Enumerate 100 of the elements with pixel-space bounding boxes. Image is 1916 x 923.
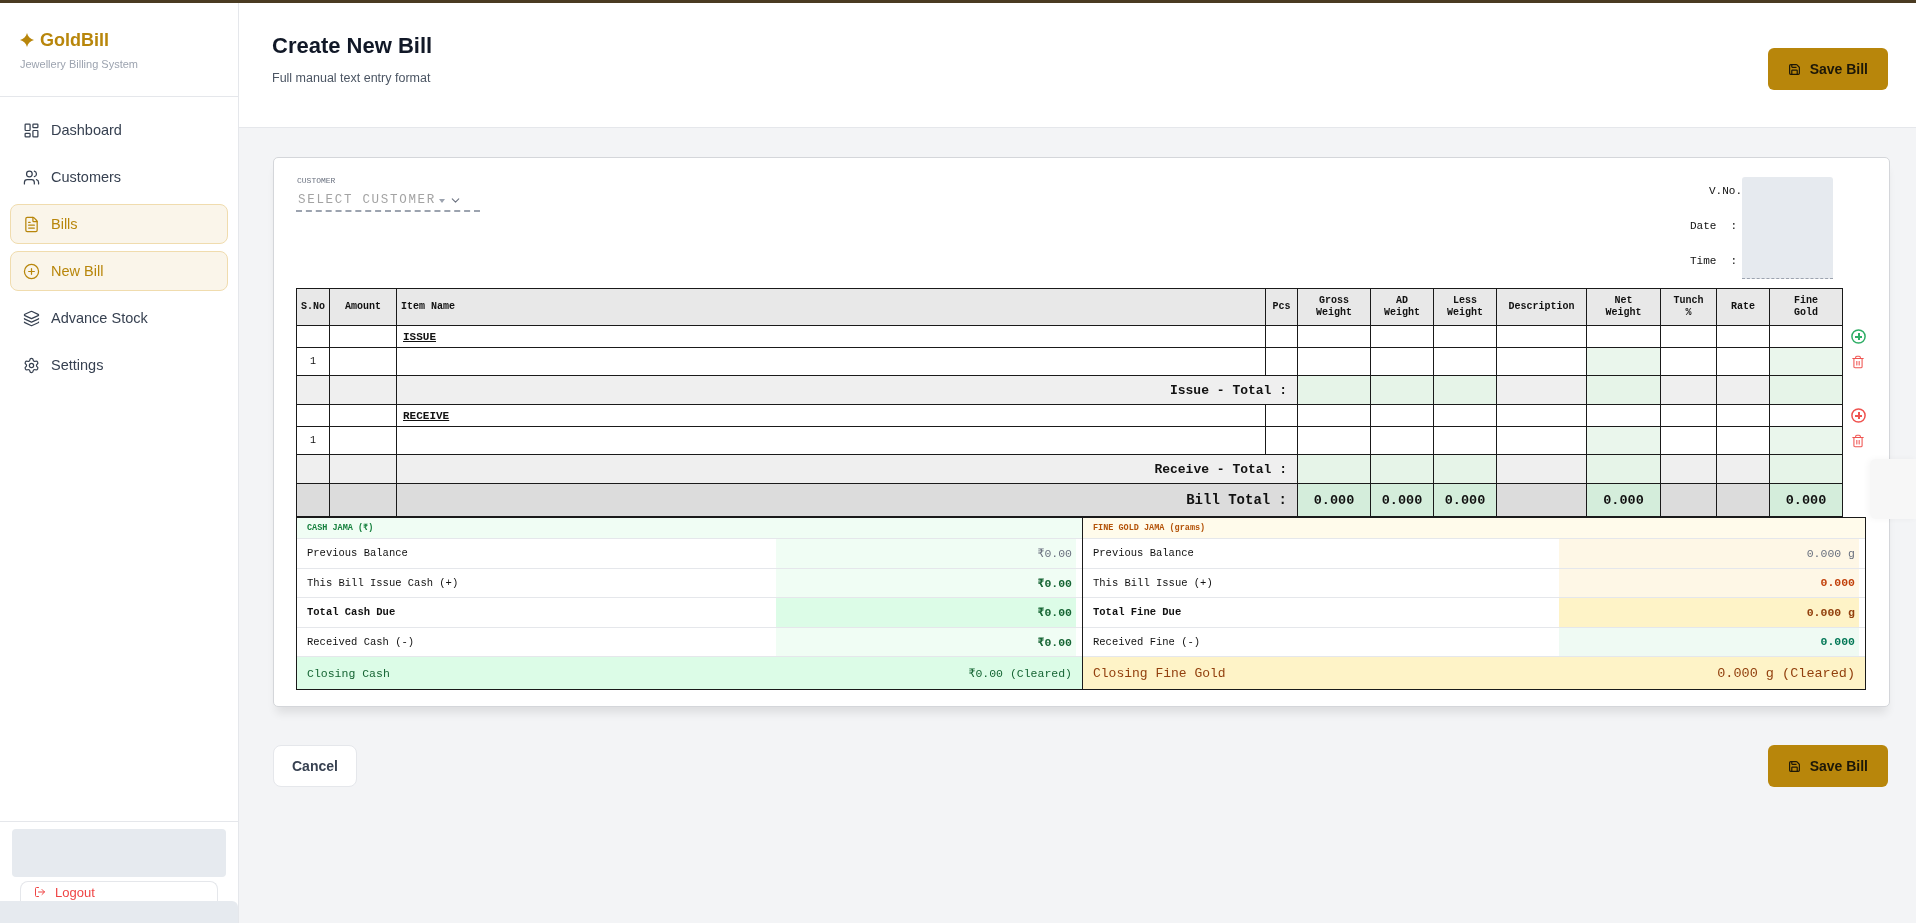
layers-icon [23,309,40,327]
table-cell: 1 [296,426,330,455]
input-cell[interactable] [1433,426,1497,455]
nav-item[interactable]: Customers [10,157,228,197]
total-cell: 0.000 [1297,483,1371,517]
total-cell [1370,454,1434,484]
trash-icon[interactable] [1851,354,1865,369]
input-cell[interactable] [1496,347,1587,376]
detail-label: V.No. [1709,184,1742,199]
column-header: AD Weight [1370,288,1434,326]
jama-value: 0.000 [1559,627,1859,656]
save-bill-button[interactable]: Save Bill [1767,745,1888,787]
table-cell [329,375,397,405]
plus-circle-icon[interactable] [1851,408,1866,423]
users-icon [23,168,40,186]
brand-tagline: Jewellery Billing System [20,57,139,71]
save-bill-button[interactable]: Save Bill [1767,48,1888,90]
column-header: Net Weight [1586,288,1661,326]
table-cell [296,454,330,484]
save-icon [1787,62,1801,76]
column-header: Fine Gold [1769,288,1843,326]
jama-label: Received Fine (-) [1093,635,1201,648]
total-cell: 0.000 [1769,483,1843,517]
input-cell[interactable] [1660,347,1717,376]
input-cell[interactable] [1433,347,1497,376]
closing-label: Closing Cash [307,666,390,680]
nav-item[interactable]: Advance Stock [10,298,228,338]
column-header: Pcs [1265,288,1298,326]
jama-value: 0.000 g [1559,598,1859,627]
detail-separator: : [1730,219,1737,234]
input-cell[interactable] [396,426,1266,455]
jama-value: ₹0.00 [776,627,1076,656]
closing-value: 0.000 g (Cleared) [1717,665,1855,681]
column-header: S.No [296,288,330,326]
sparkle-icon [20,33,34,47]
trash-icon[interactable] [1851,433,1865,448]
jama-label: This Bill Issue Cash (+) [307,576,459,589]
jama-value: 0.000 g [1559,539,1859,568]
closing-label: Closing Fine Gold [1093,665,1226,681]
nav-item[interactable]: Settings [10,345,228,385]
jama-value: ₹0.00 [776,539,1076,568]
input-cell[interactable] [1297,426,1371,455]
jama-header: CASH JAMA (₹) [297,518,1082,539]
input-cell[interactable] [396,347,1266,376]
detail-label: Time [1690,254,1717,269]
jama-header: FINE GOLD JAMA (grams) [1083,518,1865,539]
table-cell [296,375,330,405]
input-cell[interactable] [1660,426,1717,455]
column-header: Item Name [396,288,1266,326]
input-cell[interactable] [1496,426,1587,455]
total-label: Receive - Total : [396,454,1298,484]
logout-icon [34,886,46,898]
input-cell[interactable] [329,347,397,376]
settings-icon [23,356,40,374]
closing-value: ₹0.00 (Cleared) [968,666,1072,680]
jama-label: Total Fine Due [1093,606,1182,619]
column-header: Amount [329,288,397,326]
jama-value: ₹0.00 [776,568,1076,597]
column-header: Tunch % [1660,288,1717,326]
table-cell [296,404,330,427]
layout-grid-icon [23,121,40,139]
logout-button[interactable]: Logout [20,881,218,901]
page-title: Create New Bill [272,32,433,60]
jama-label: Previous Balance [1093,547,1194,560]
cancel-button[interactable]: Cancel [273,745,357,787]
table-cell [296,325,330,348]
detail-label: Date [1690,219,1717,234]
page-subtitle: Full manual text entry format [272,70,432,86]
input-cell[interactable] [1370,426,1434,455]
table-cell [1660,454,1717,484]
table-cell: 1 [296,347,330,376]
total-cell [1433,454,1497,484]
total-cell: 0.000 [1370,483,1434,517]
input-cell[interactable] [1297,347,1371,376]
jama-label: This Bill Issue (+) [1093,576,1213,589]
jama-value: 0.000 [1559,568,1859,597]
total-cell [1370,375,1434,405]
total-label: Bill Total : [396,483,1298,517]
section-title: ISSUE [396,325,1266,348]
total-cell: 0.000 [1433,483,1497,517]
jama-label: Total Cash Due [307,606,396,619]
plus-circle-icon[interactable] [1851,329,1866,344]
total-cell [1433,375,1497,405]
input-cell[interactable] [329,426,397,455]
jama-label: Previous Balance [307,547,408,560]
nav-item[interactable]: Dashboard [10,110,228,150]
jama-label: Received Cash (-) [307,635,415,648]
brand-name: GoldBill [40,29,109,51]
customer-select[interactable]: SELECT CUSTOMER [296,189,480,212]
jama-value: ₹0.00 [776,598,1076,627]
input-cell[interactable] [1370,347,1434,376]
save-icon [1787,759,1801,773]
column-header: Rate [1716,288,1770,326]
table-cell [329,454,397,484]
total-cell: 0.000 [1586,483,1661,517]
column-header: Description [1496,288,1587,326]
plus-circle-icon [23,262,40,280]
column-header: Less Weight [1433,288,1497,326]
section-title: RECEIVE [396,404,1266,427]
total-label: Issue - Total : [396,375,1298,405]
